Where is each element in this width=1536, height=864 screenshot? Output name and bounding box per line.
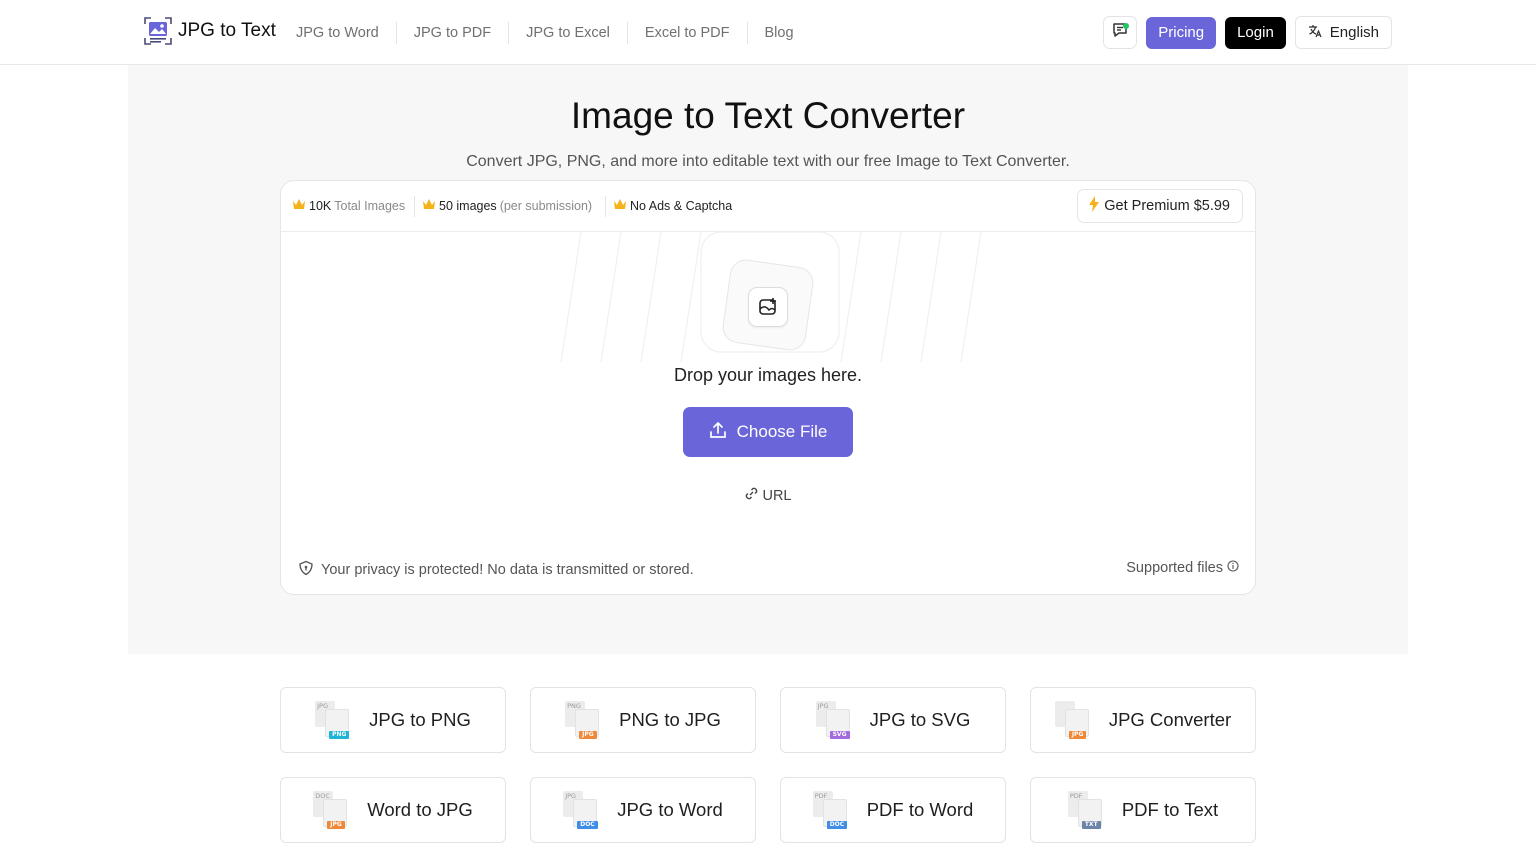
pricing-button[interactable]: Pricing bbox=[1146, 16, 1217, 49]
plan-features-bar: 10K Total Images 50 images (per submissi… bbox=[281, 181, 1255, 232]
feature-total-images: 10K Total Images bbox=[292, 198, 405, 213]
file-convert-icon: DOC JPG bbox=[313, 791, 351, 829]
file-convert-icon: JPG DOC bbox=[563, 791, 601, 829]
page-subtitle: Convert JPG, PNG, and more into editable… bbox=[466, 153, 1070, 170]
tool-jpg-converter[interactable]: JPG JPG Converter bbox=[1030, 687, 1256, 753]
file-convert-icon: PDF DOC bbox=[812, 791, 851, 829]
tool-pdf-to-word[interactable]: PDF DOC PDF to Word bbox=[780, 777, 1006, 843]
link-icon bbox=[744, 486, 759, 505]
brand-logo[interactable]: JPG to Text bbox=[144, 17, 276, 45]
upload-icon bbox=[709, 421, 727, 444]
login-button[interactable]: Login bbox=[1225, 16, 1286, 49]
upload-panel: 10K Total Images 50 images (per submissi… bbox=[280, 180, 1256, 595]
url-upload-link[interactable]: URL bbox=[281, 486, 1255, 505]
language-label: English bbox=[1329, 24, 1379, 41]
drop-instructions: Drop your images here. bbox=[673, 365, 863, 385]
shield-icon bbox=[298, 560, 314, 580]
translate-icon bbox=[1308, 24, 1322, 42]
nav-jpg-to-word[interactable]: JPG to Word bbox=[279, 22, 397, 44]
feature-per-submission: 50 images (per submission) bbox=[422, 198, 592, 213]
header-actions: Pricing Login English bbox=[1103, 16, 1392, 49]
lightning-icon bbox=[1088, 196, 1100, 216]
nav-blog[interactable]: Blog bbox=[748, 22, 811, 44]
supported-files-link[interactable]: Supported files bbox=[1126, 560, 1239, 576]
file-convert-icon: PDF TXT bbox=[1067, 791, 1106, 829]
info-icon bbox=[1227, 560, 1239, 576]
file-convert-icon: JPG SVG bbox=[815, 701, 854, 739]
main-nav: JPG to Word JPG to PDF JPG to Excel Exce… bbox=[279, 22, 811, 44]
feature-no-ads: No Ads & Captcha bbox=[613, 198, 732, 213]
tool-jpg-to-svg[interactable]: JPG SVG JPG to SVG bbox=[780, 687, 1006, 753]
tool-pdf-to-text[interactable]: PDF TXT PDF to Text bbox=[1030, 777, 1256, 843]
file-convert-icon: PNG JPG bbox=[565, 701, 603, 739]
file-convert-icon: JPG bbox=[1054, 701, 1093, 739]
feedback-button[interactable] bbox=[1103, 16, 1138, 49]
nav-excel-to-pdf[interactable]: Excel to PDF bbox=[628, 22, 748, 44]
get-premium-button[interactable]: Get Premium $5.99 bbox=[1077, 189, 1243, 223]
feature-divider bbox=[414, 196, 415, 217]
crown-icon bbox=[613, 198, 627, 213]
choose-file-button[interactable]: Choose File bbox=[683, 407, 853, 457]
image-text-logo-icon bbox=[144, 17, 172, 45]
page-title: Image to Text Converter bbox=[570, 95, 966, 136]
tool-word-to-jpg[interactable]: DOC JPG Word to JPG bbox=[280, 777, 506, 843]
nav-jpg-to-pdf[interactable]: JPG to PDF bbox=[397, 22, 510, 44]
feature-divider bbox=[605, 196, 606, 217]
top-navbar: JPG to Text JPG to Word JPG to PDF JPG t… bbox=[0, 0, 1536, 65]
tool-jpg-to-word[interactable]: JPG DOC JPG to Word bbox=[530, 777, 756, 843]
tool-png-to-jpg[interactable]: PNG JPG PNG to JPG bbox=[530, 687, 756, 753]
crown-icon bbox=[292, 198, 306, 213]
add-image-icon bbox=[748, 287, 788, 327]
privacy-notice: Your privacy is protected! No data is tr… bbox=[298, 560, 694, 580]
brand-name: JPG to Text bbox=[178, 20, 276, 41]
tool-jpg-to-png[interactable]: JPG PNG JPG to PNG bbox=[280, 687, 506, 753]
language-selector[interactable]: English bbox=[1294, 16, 1392, 49]
nav-jpg-to-excel[interactable]: JPG to Excel bbox=[509, 22, 628, 44]
crown-icon bbox=[422, 198, 436, 213]
file-convert-icon: JPG PNG bbox=[315, 701, 353, 739]
